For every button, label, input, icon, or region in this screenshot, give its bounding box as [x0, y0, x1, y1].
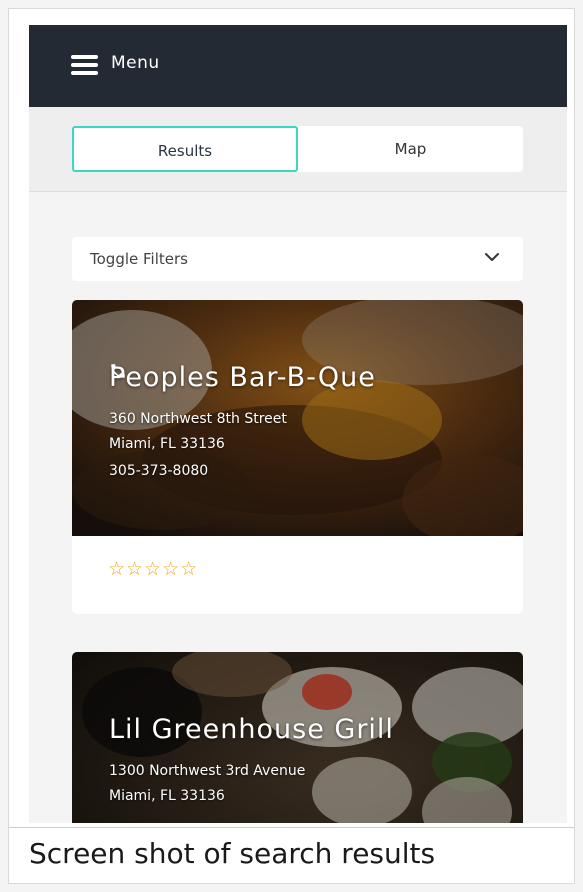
- result-card[interactable]: Peoples Bar-B-Que 360 Northwest 8th Stre…: [72, 300, 523, 614]
- address-line-2: Miami, FL 33136: [109, 436, 225, 452]
- address-line-1: 360 Northwest 8th Street: [109, 411, 287, 427]
- star-rating: ☆☆☆☆☆: [108, 558, 199, 580]
- restaurant-photo: Peoples Bar-B-Que 360 Northwest 8th Stre…: [72, 300, 523, 536]
- top-nav-bar: Menu: [29, 25, 567, 107]
- result-card[interactable]: Lil Greenhouse Grill 1300 Northwest 3rd …: [72, 652, 523, 823]
- address-line-1: 1300 Northwest 3rd Avenue: [109, 763, 306, 779]
- restaurant-name[interactable]: Lil Greenhouse Grill: [109, 714, 394, 745]
- menu-label[interactable]: Menu: [111, 53, 160, 73]
- tab-results[interactable]: Results: [72, 126, 298, 172]
- view-tabs: Results Map: [72, 126, 523, 172]
- toggle-filters-label: Toggle Filters: [90, 250, 188, 268]
- chevron-down-icon: [485, 253, 499, 261]
- phone-number: 305-373-8080: [109, 463, 209, 479]
- app-viewport: Menu Results Map Toggle Filters Peoples …: [29, 25, 567, 823]
- restaurant-name[interactable]: Peoples Bar-B-Que: [109, 362, 376, 393]
- address-line-2: Miami, FL 33136: [109, 788, 225, 804]
- tab-map[interactable]: Map: [298, 126, 523, 172]
- toggle-filters-button[interactable]: Toggle Filters: [72, 237, 523, 281]
- view-tabs-bar: Results Map: [29, 107, 567, 192]
- caption-divider: [9, 827, 574, 828]
- hamburger-icon[interactable]: [71, 55, 98, 75]
- restaurant-info: Peoples Bar-B-Que 360 Northwest 8th Stre…: [109, 362, 376, 484]
- restaurant-info: Lil Greenhouse Grill 1300 Northwest 3rd …: [109, 714, 394, 809]
- figure-caption: Screen shot of search results: [29, 837, 436, 870]
- restaurant-photo: Lil Greenhouse Grill 1300 Northwest 3rd …: [72, 652, 523, 823]
- screenshot-frame: Menu Results Map Toggle Filters Peoples …: [8, 8, 575, 884]
- phone-icon: [111, 364, 125, 378]
- phone-row[interactable]: 305-373-8080: [109, 364, 376, 484]
